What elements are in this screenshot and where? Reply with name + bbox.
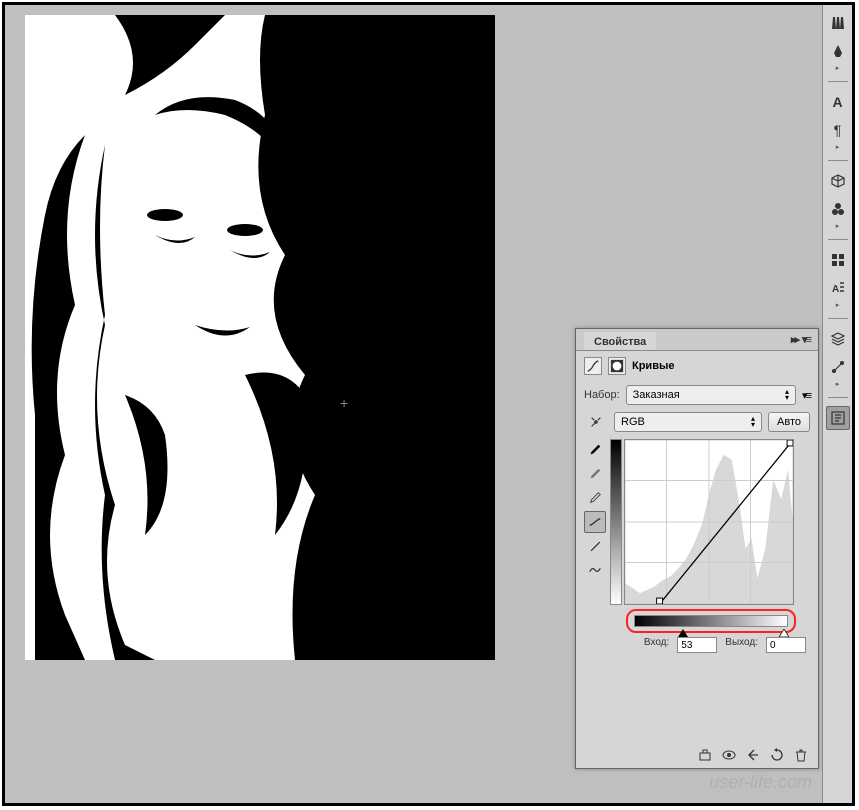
curves-adjustment-icon [584,357,602,375]
updown-arrows-icon: ▴▾ [751,416,755,428]
eye-visibility-icon[interactable] [720,746,738,764]
properties-panel: Свойства ▸▸ ▾≡ Кривые Набор: Заказная ▴▾… [575,328,819,769]
panel-tab-title[interactable]: Свойства [584,332,656,350]
panel-header: Кривые [576,351,818,381]
preset-label: Набор: [584,389,620,401]
eyedropper-black-icon[interactable] [584,439,606,461]
preset-menu-icon[interactable]: ▾≡ [802,389,810,402]
auto-button[interactable]: Авто [768,412,810,432]
3d-icon[interactable] [826,169,850,193]
paths-icon[interactable] [826,355,850,379]
curve-point-tool[interactable] [584,511,606,533]
smooth-tool[interactable] [584,559,606,581]
output-value-field[interactable]: 0 [766,637,806,653]
preset-value: Заказная [633,389,680,401]
trash-icon[interactable] [792,746,810,764]
input-slider-highlight [626,609,796,633]
eyedropper-white-icon[interactable] [584,487,606,509]
channel-select[interactable]: RGB ▴▾ [614,412,762,432]
layer-mask-icon [608,357,626,375]
expand-arrow[interactable]: ▸ [836,64,840,72]
clip-to-layer-icon[interactable] [696,746,714,764]
eyedropper-gray-icon[interactable] [584,463,606,485]
swatches-icon[interactable] [826,248,850,272]
layers-icon[interactable] [826,327,850,351]
panel-body: Набор: Заказная ▴▾ ▾≡ RGB ▴▾ Авто [576,381,818,657]
expand-arrow[interactable]: ▸ [836,143,840,151]
panel-footer [696,746,810,764]
brush-presets-icon[interactable] [826,39,850,63]
updown-arrows-icon: ▴▾ [785,389,789,401]
output-label: Выход: [725,637,758,653]
input-gradient-slider[interactable] [634,615,788,627]
on-image-adjust-tool[interactable] [584,411,608,433]
expand-arrow[interactable]: ▸ [836,222,840,230]
canvas-image[interactable]: + [25,15,495,660]
brushes-icon[interactable] [826,11,850,35]
output-gradient [610,439,622,605]
input-value-field[interactable]: 53 [677,637,717,653]
curves-side-tools [584,439,606,653]
channel-value: RGB [621,416,645,428]
character-styles-icon[interactable]: A [826,276,850,300]
svg-text:A: A [832,284,839,295]
photo-content [25,15,495,660]
paragraph-icon[interactable]: ¶ [826,118,850,142]
curves-graph[interactable] [624,439,794,605]
character-icon[interactable]: A [826,90,850,114]
right-toolbar: ▸ A ¶ ▸ ▸ A ▸ ▸ [822,5,852,803]
properties-icon[interactable] [826,406,850,430]
input-label: Вход: [644,637,669,653]
expand-arrow[interactable]: ▸ [836,380,840,388]
panel-menu-icon[interactable]: ▾≡ [802,333,810,346]
black-point-handle[interactable] [678,624,688,632]
panel-title: Кривые [632,360,674,372]
materials-icon[interactable] [826,197,850,221]
chevron-right-icon[interactable]: ▸▸ [791,333,798,346]
expand-arrow[interactable]: ▸ [836,301,840,309]
watermark-text: user-life.com [709,772,812,793]
white-point-handle[interactable] [779,624,789,632]
app-frame: + ▸ A ¶ ▸ ▸ A ▸ ▸ Свойства ▸▸ ▾≡ [2,2,855,806]
curve-draw-tool[interactable] [584,535,606,557]
panel-tab-bar: Свойства ▸▸ ▾≡ [576,329,818,351]
reset-icon[interactable] [768,746,786,764]
previous-state-icon[interactable] [744,746,762,764]
preset-select[interactable]: Заказная ▴▾ [626,385,796,405]
